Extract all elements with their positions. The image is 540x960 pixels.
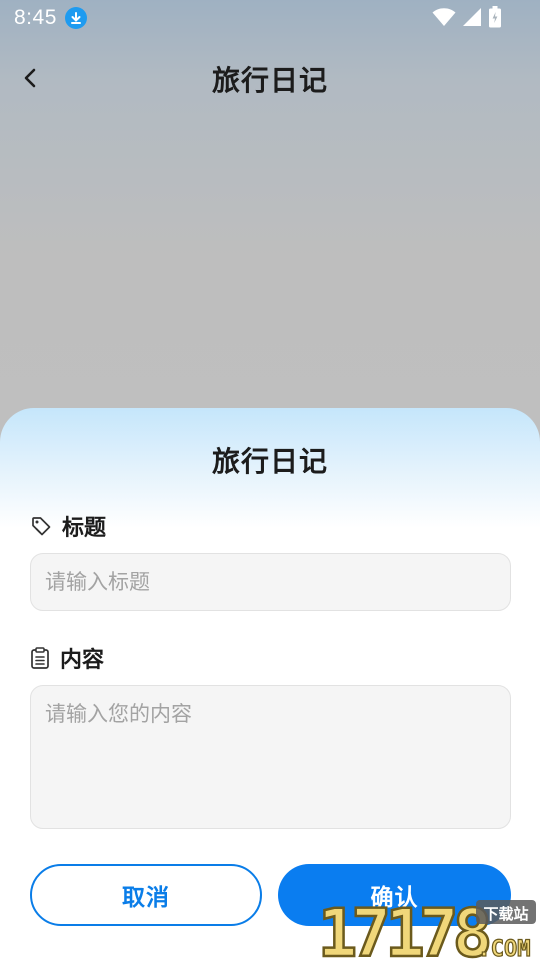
watermark-badge: 下载站 [483,905,528,923]
content-field-label: 内容 [30,642,104,674]
battery-icon [489,6,501,28]
clipboard-icon [31,647,49,669]
bottom-sheet: 旅行日记 标题 内容 取消 确认 [0,408,540,960]
tag-icon [32,517,51,536]
title-field-label: 标题 [30,510,106,542]
cancel-button[interactable]: 取消 [30,864,262,926]
status-bar: 8:45 [0,0,540,36]
title-input[interactable] [30,553,511,611]
watermark-number: 17178 [318,898,489,960]
status-icons [432,6,502,28]
title-label-text: 标题 [62,516,107,541]
download-notification-icon [64,7,87,29]
signal-icon [463,8,481,26]
watermark-domain: .COM [478,937,531,960]
chevron-left-icon [24,68,36,88]
site-watermark-logo: 17178 .COM 下载站 [314,894,540,960]
sheet-title: 旅行日记 [211,445,328,478]
wifi-icon [432,8,456,26]
status-time: 8:45 [14,6,57,29]
page-title: 旅行日记 [211,64,328,97]
content-textarea[interactable] [30,685,511,829]
content-label-text: 内容 [60,648,105,673]
top-header: 旅行日记 [0,48,540,110]
back-button[interactable] [12,60,48,96]
